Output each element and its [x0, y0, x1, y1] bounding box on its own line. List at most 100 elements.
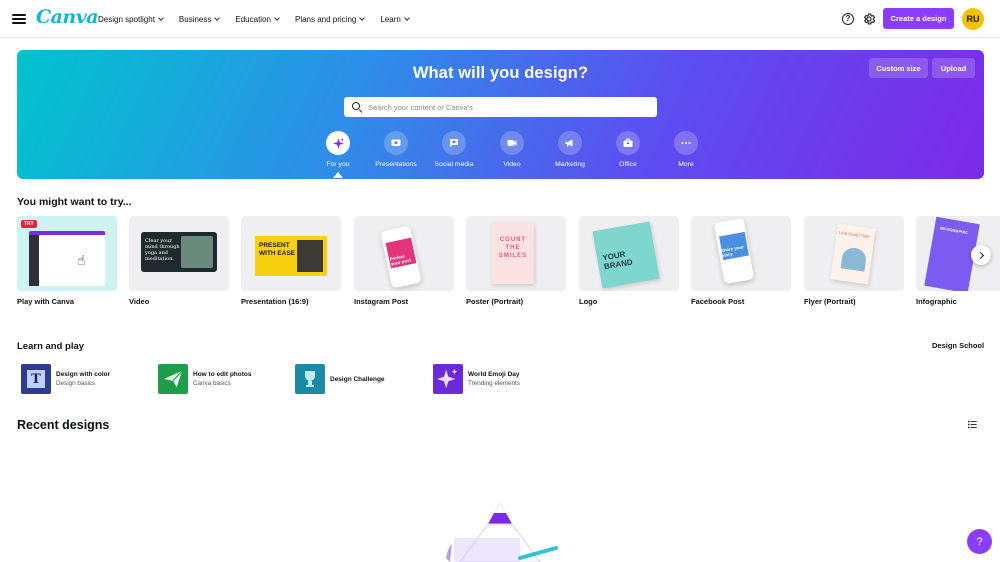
learn-item-title: How to edit photos	[193, 371, 252, 378]
search-icon	[352, 102, 362, 112]
category-label: More	[678, 161, 694, 168]
heart-chat-icon	[442, 131, 466, 155]
learn-item-subtitle: Design basics	[56, 380, 96, 387]
learn-item-title: Design with color	[56, 371, 111, 378]
thumb-text: COUNT THE SMILES	[498, 237, 528, 259]
design-school-link[interactable]: Design School	[932, 341, 984, 350]
empty-state-illustration	[446, 502, 558, 562]
video-camera-icon	[500, 131, 524, 155]
learn-item-design-with-color[interactable]: T Design with color Design basics	[21, 364, 110, 394]
learn-thumbnail: T	[21, 364, 51, 394]
chevron-down-icon	[158, 14, 164, 21]
nav-business[interactable]: Business	[178, 14, 221, 24]
hand-cursor-icon: ☝	[77, 252, 86, 268]
category-strip: For you Presentations Social media Video	[309, 131, 715, 178]
help-fab-button[interactable]: ?	[967, 529, 992, 554]
nav-plans-and-pricing[interactable]: Plans and pricing	[294, 14, 366, 24]
card-label: Infographic	[916, 297, 957, 306]
sparkle-icon	[326, 131, 350, 155]
nav-label: Plans and pricing	[294, 14, 357, 24]
card-video[interactable]: Clear your mind through yoga and meditat…	[129, 216, 229, 306]
nav-education[interactable]: Education	[235, 14, 280, 24]
hero-title: What will you design?	[412, 64, 589, 82]
avatar[interactable]: RU	[962, 8, 984, 30]
category-office[interactable]: Office	[599, 131, 657, 168]
briefcase-icon	[616, 131, 640, 155]
learn-item-world-emoji-day[interactable]: World Emoji Day Trending elements	[433, 364, 520, 394]
custom-size-button[interactable]: Custom size	[869, 58, 928, 78]
main-nav: Design spotlight Business Education Plan…	[98, 0, 425, 38]
top-nav: Canva Design spotlight Business Educatio…	[0, 0, 1000, 38]
card-label: Facebook Post	[691, 297, 745, 306]
card-thumbnail: LIFE IS BETTER	[804, 216, 904, 291]
thumb-text: Clear your mind through yoga and meditat…	[145, 238, 180, 262]
card-play-with-canva[interactable]: TRY ☝ Play with Canva	[17, 216, 117, 306]
category-video[interactable]: Video	[483, 131, 541, 168]
carousel-next-button[interactable]	[971, 245, 991, 265]
chevron-right-icon	[976, 251, 984, 259]
presentation-icon	[384, 131, 408, 155]
learn-item-title: Design Challenge	[330, 375, 385, 383]
card-flyer-portrait[interactable]: LIFE IS BETTER Flyer (Portrait)	[804, 216, 904, 306]
more-icon	[674, 131, 698, 155]
gear-icon[interactable]	[862, 12, 876, 26]
text-icon: T	[27, 370, 45, 388]
thumb-text: PRESENT WITH EASE	[259, 242, 296, 257]
search-input[interactable]	[368, 102, 657, 112]
help-icon[interactable]: ?	[842, 13, 854, 25]
card-facebook-post[interactable]: Share your story Facebook Post	[691, 216, 791, 306]
list-view-icon[interactable]	[968, 420, 977, 429]
hamburger-menu-icon[interactable]	[12, 12, 26, 26]
learn-item-subtitle: Canva basics	[193, 380, 231, 387]
recent-designs-title: Recent designs	[17, 418, 110, 432]
card-label: Poster (Portrait)	[466, 297, 524, 306]
category-social-media[interactable]: Social media	[425, 131, 483, 168]
category-presentations[interactable]: Presentations	[367, 131, 425, 168]
active-indicator	[333, 172, 343, 178]
card-thumbnail: Perfect your post	[354, 216, 454, 291]
card-label: Flyer (Portrait)	[804, 297, 856, 306]
card-presentation[interactable]: PRESENT WITH EASE Presentation (16:9)	[241, 216, 341, 306]
card-thumbnail: COUNT THE SMILES	[466, 216, 566, 291]
card-thumbnail: TRY ☝	[17, 216, 117, 291]
nav-design-spotlight[interactable]: Design spotlight	[98, 14, 164, 24]
category-for-you[interactable]: For you	[309, 131, 367, 178]
learn-thumbnail	[433, 364, 463, 394]
card-thumbnail: Share your story	[691, 216, 791, 291]
nav-label: Education	[235, 14, 271, 24]
nav-label: Business	[178, 14, 212, 24]
chevron-down-icon	[214, 14, 221, 21]
card-label: Logo	[579, 297, 598, 306]
hero-banner: What will you design? Custom size Upload…	[17, 50, 984, 179]
card-logo[interactable]: YOUR BRAND Logo	[579, 216, 679, 306]
learn-section-title: Learn and play	[17, 341, 85, 352]
category-label: Presentations	[375, 161, 417, 168]
search-bar[interactable]	[344, 97, 657, 117]
canva-logo[interactable]: Canva	[36, 6, 99, 28]
category-label: Social media	[434, 161, 474, 168]
learn-thumbnail	[295, 364, 325, 394]
create-design-button[interactable]: Create a design	[883, 8, 954, 29]
category-marketing[interactable]: Marketing	[541, 131, 599, 168]
card-thumbnail: YOUR BRAND	[579, 216, 679, 291]
card-label: Video	[129, 297, 150, 306]
learn-item-how-to-edit-photos[interactable]: How to edit photos Canva basics	[158, 364, 252, 394]
learn-item-design-challenge[interactable]: Design Challenge	[295, 364, 385, 394]
chevron-down-icon	[359, 14, 366, 21]
card-poster-portrait[interactable]: COUNT THE SMILES Poster (Portrait)	[466, 216, 566, 306]
upload-button[interactable]: Upload	[932, 58, 975, 78]
megaphone-icon	[558, 131, 582, 155]
learn-thumbnail	[158, 364, 188, 394]
paper-plane-icon	[163, 370, 183, 388]
category-label: Video	[503, 161, 521, 168]
learn-item-title: World Emoji Day	[468, 371, 520, 378]
chevron-down-icon	[403, 14, 410, 21]
try-section-title: You might want to try...	[17, 196, 132, 208]
category-more[interactable]: More	[657, 131, 715, 168]
nav-label: Learn	[380, 14, 401, 24]
category-label: For you	[326, 161, 350, 168]
card-instagram-post[interactable]: Perfect your post Instagram Post	[354, 216, 454, 306]
nav-learn[interactable]: Learn	[380, 14, 410, 24]
card-thumbnail: PRESENT WITH EASE	[241, 216, 341, 291]
learn-item-subtitle: Trending elements	[468, 380, 520, 387]
